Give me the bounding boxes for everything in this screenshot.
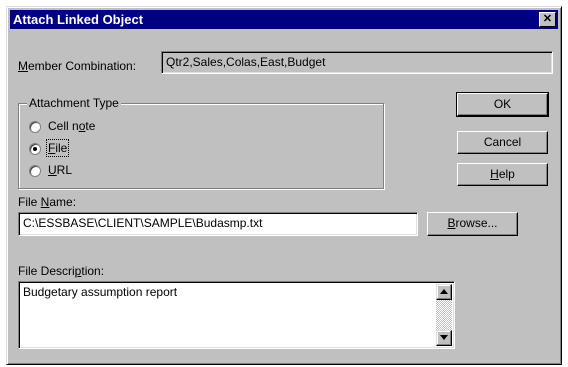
scroll-up-button[interactable] <box>436 284 452 300</box>
cancel-button[interactable]: Cancel <box>457 131 548 154</box>
vertical-scrollbar[interactable] <box>436 284 452 346</box>
radio-button[interactable] <box>29 143 41 155</box>
dialog-title: Attach Linked Object <box>13 12 144 27</box>
close-icon: ✕ <box>542 13 553 25</box>
arrow-down-icon <box>440 335 448 340</box>
radio-url[interactable]: URL <box>29 163 169 179</box>
close-button[interactable]: ✕ <box>539 12 556 27</box>
radio-button[interactable] <box>29 121 41 133</box>
file-description-textarea[interactable]: Budgetary assumption report <box>18 281 455 349</box>
radio-cell-note[interactable]: Cell note <box>29 119 169 135</box>
radio-button[interactable] <box>29 165 41 177</box>
arrow-up-icon <box>440 289 448 294</box>
attachment-type-title: Attachment Type <box>27 96 121 110</box>
file-description-label: File Description: <box>18 264 105 278</box>
file-description-value: Budgetary assumption report <box>23 285 178 299</box>
file-name-value: C:\ESSBASE\CLIENT\SAMPLE\Budasmp.txt <box>23 216 263 230</box>
radio-file[interactable]: File <box>29 139 169 157</box>
radio-url-label: URL <box>48 163 73 177</box>
file-name-input[interactable]: C:\ESSBASE\CLIENT\SAMPLE\Budasmp.txt <box>18 212 418 236</box>
ok-button[interactable]: OK <box>456 92 549 117</box>
attachment-type-group: Attachment Type Cell note File URL <box>18 96 384 189</box>
member-combination-field: Qtr2,Sales,Colas,East,Budget <box>161 51 553 74</box>
member-combination-label: Member Combination: <box>18 59 137 73</box>
radio-file-label: File <box>45 139 70 157</box>
help-button[interactable]: Help <box>457 163 548 186</box>
member-combination-value: Qtr2,Sales,Colas,East,Budget <box>166 55 326 69</box>
browse-button[interactable]: Browse... <box>427 212 518 236</box>
attach-linked-object-dialog: Attach Linked Object ✕ Member Combinatio… <box>6 6 562 365</box>
radio-cell-note-label: Cell note <box>48 119 96 133</box>
scroll-down-button[interactable] <box>436 330 452 346</box>
title-bar[interactable]: Attach Linked Object ✕ <box>10 10 558 29</box>
file-name-label: File Name: <box>18 195 77 209</box>
